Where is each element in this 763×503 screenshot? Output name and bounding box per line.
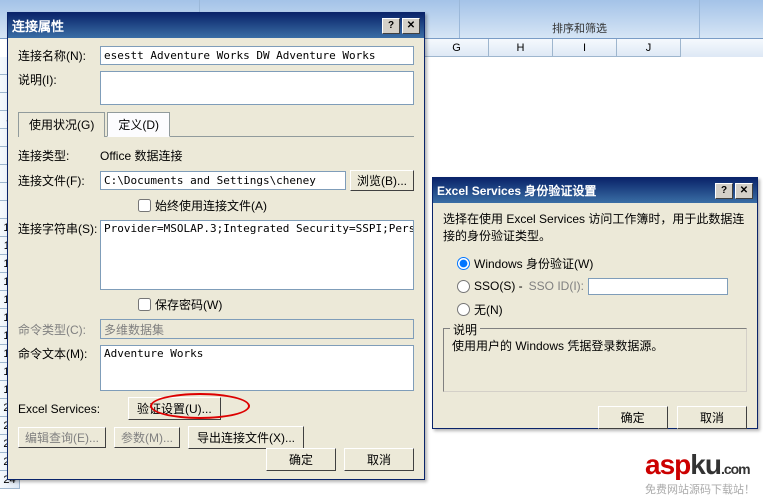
dialog-titlebar[interactable]: 连接属性 ? ✕	[8, 13, 424, 38]
export-connection-button[interactable]: 导出连接文件(X)...	[188, 426, 304, 449]
sso-id-label: SSO ID(I):	[529, 279, 584, 293]
command-type-label: 命令类型(C):	[18, 321, 100, 338]
dialog-body: 连接名称(N): 说明(I): 使用状况(G) 定义(D) 连接类型: Offi…	[8, 38, 424, 463]
windows-auth-radio[interactable]	[457, 257, 470, 270]
description-group: 说明 使用用户的 Windows 凭据登录数据源。	[443, 328, 747, 392]
edit-query-button: 编辑查询(E)...	[18, 427, 106, 448]
tab-usage[interactable]: 使用状况(G)	[18, 112, 105, 137]
connection-properties-dialog: 连接属性 ? ✕ 连接名称(N): 说明(I): 使用状况(G) 定义(D) 连…	[7, 12, 425, 480]
tab-definition[interactable]: 定义(D)	[107, 112, 170, 137]
none-radio[interactable]	[457, 303, 470, 316]
browse-button[interactable]: 浏览(B)...	[350, 170, 414, 191]
ok-button[interactable]: 确定	[598, 406, 668, 429]
col-header[interactable]: J	[617, 39, 681, 57]
dialog-title: 连接属性	[12, 16, 380, 35]
help-button[interactable]: ?	[715, 183, 733, 199]
dialog-body: 选择在使用 Excel Services 访问工作簿时，用于此数据连接的身份验证…	[433, 203, 757, 437]
connection-name-label: 连接名称(N):	[18, 47, 100, 64]
command-text-label: 命令文本(M):	[18, 345, 100, 362]
always-use-file-checkbox[interactable]	[138, 199, 151, 212]
dialog-titlebar[interactable]: Excel Services 身份验证设置 ? ✕	[433, 178, 757, 203]
auth-settings-button[interactable]: 验证设置(U)...	[128, 397, 221, 420]
sso-label: SSO(S) -	[474, 279, 523, 293]
group-title: 说明	[450, 321, 480, 338]
ok-button[interactable]: 确定	[266, 448, 336, 471]
connection-type-label: 连接类型:	[18, 147, 100, 164]
description-input[interactable]	[100, 71, 414, 105]
command-text-input[interactable]: Adventure Works	[100, 345, 414, 391]
cancel-button[interactable]: 取消	[344, 448, 414, 471]
parameters-button: 参数(M)...	[114, 427, 180, 448]
description-label: 说明(I):	[18, 71, 100, 88]
column-headers: G H I J	[425, 39, 763, 57]
excel-services-auth-dialog: Excel Services 身份验证设置 ? ✕ 选择在使用 Excel Se…	[432, 177, 758, 429]
auth-explanation: 使用用户的 Windows 凭据登录数据源。	[452, 337, 738, 385]
connection-type-value: Office 数据连接	[100, 147, 182, 164]
sso-radio[interactable]	[457, 280, 470, 293]
command-type-select: 多维数据集	[100, 319, 414, 339]
col-header[interactable]: G	[425, 39, 489, 57]
watermark-logo: aspku.com 免费网站源码下载站！	[645, 449, 755, 497]
connection-file-input[interactable]	[100, 171, 346, 190]
none-label: 无(N)	[474, 301, 503, 318]
close-button[interactable]: ✕	[402, 18, 420, 34]
dialog-title: Excel Services 身份验证设置	[437, 182, 713, 199]
save-password-checkbox[interactable]	[138, 298, 151, 311]
ribbon-section-sort-filter: 排序和筛选	[460, 0, 700, 38]
connection-string-label: 连接字符串(S):	[18, 220, 100, 237]
tab-strip: 使用状况(G) 定义(D)	[18, 111, 414, 137]
save-password-label: 保存密码(W)	[155, 296, 222, 313]
auth-description: 选择在使用 Excel Services 访问工作簿时，用于此数据连接的身份验证…	[443, 211, 747, 245]
connection-name-input[interactable]	[100, 46, 414, 65]
connection-file-label: 连接文件(F):	[18, 172, 100, 189]
col-header[interactable]: I	[553, 39, 617, 57]
connection-string-input[interactable]: Provider=MSOLAP.3;Integrated Security=SS…	[100, 220, 414, 290]
cancel-button[interactable]: 取消	[677, 406, 747, 429]
dialog-footer: 确定 取消	[266, 448, 414, 471]
col-header[interactable]: H	[489, 39, 553, 57]
close-button[interactable]: ✕	[735, 183, 753, 199]
sso-id-input[interactable]	[588, 278, 728, 295]
windows-auth-label: Windows 身份验证(W)	[474, 255, 593, 272]
always-use-file-label: 始终使用连接文件(A)	[155, 197, 267, 214]
help-button[interactable]: ?	[382, 18, 400, 34]
excel-services-label: Excel Services:	[18, 402, 128, 416]
